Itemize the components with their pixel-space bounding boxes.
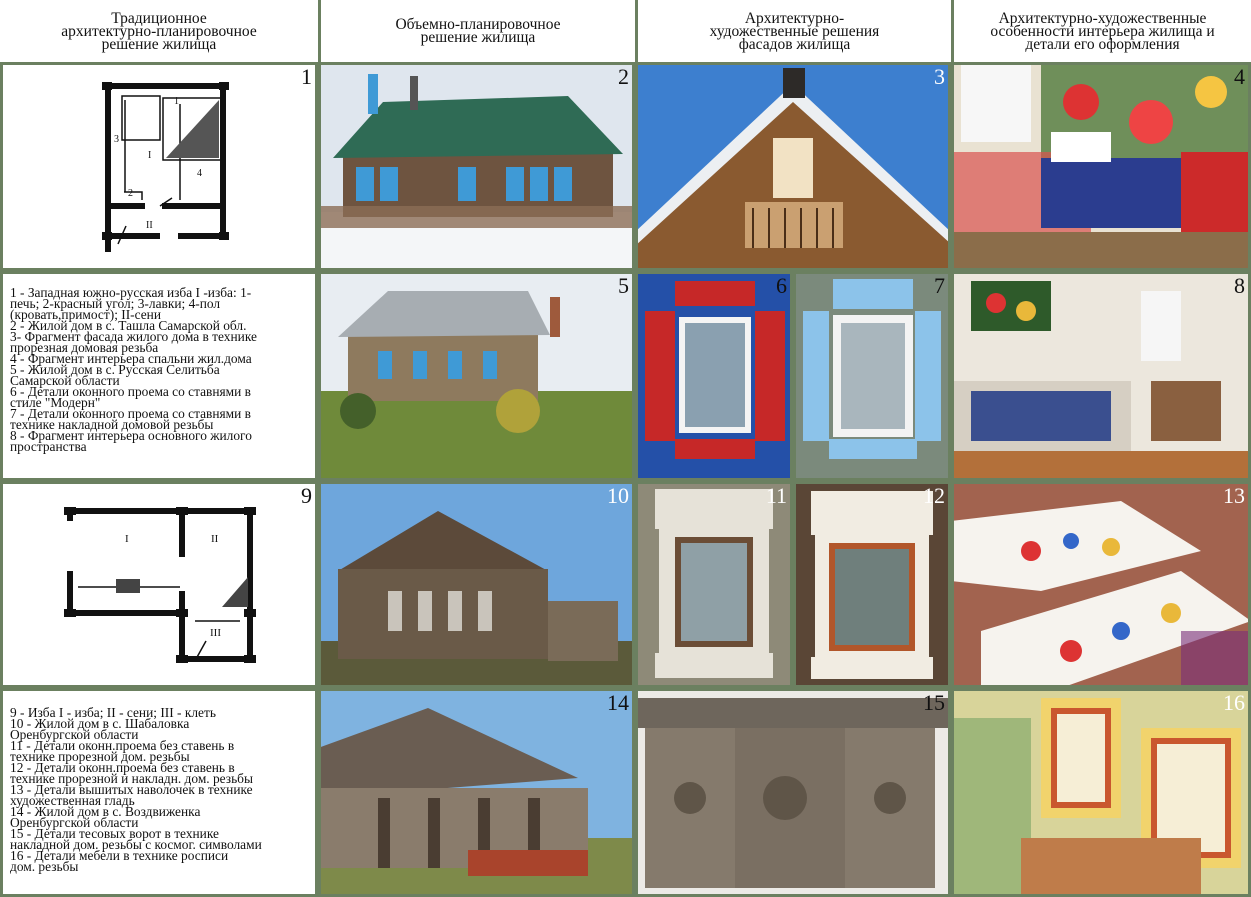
photo-wooden-gate: 15 xyxy=(635,688,951,897)
plan-label: 3 xyxy=(114,134,119,145)
plan-label: II xyxy=(146,220,153,231)
caption-block-2: 9 - Изба I - изба; II - сени; III - клет… xyxy=(10,705,262,874)
plan-label: 1 xyxy=(174,96,179,107)
number-label: 7 xyxy=(934,273,945,298)
photo-living-interior: 8 xyxy=(951,271,1251,481)
photo-facade-fragment: 3 xyxy=(635,62,951,271)
header-divider xyxy=(318,0,321,62)
number-label: 5 xyxy=(618,273,629,298)
photo-window-modern: 6 xyxy=(635,271,793,481)
header-facade: Архитектурно- художественные решения фас… xyxy=(709,9,880,53)
floor-plan-drawing-1 xyxy=(102,82,229,252)
photo-painted-furniture: 16 xyxy=(951,688,1251,897)
header-divider xyxy=(951,0,954,62)
photo-house-vozdvizhenka: 14 xyxy=(318,688,635,897)
header-interior: Архитектурно-художественные особенности … xyxy=(990,9,1215,53)
plan-label: I xyxy=(148,150,152,161)
plan-label: II xyxy=(211,533,219,545)
number-label: 1 xyxy=(301,64,312,89)
photo-embroidered-pillows: 13 xyxy=(951,481,1251,688)
number-label: 8 xyxy=(1234,273,1245,298)
number-label: 3 xyxy=(934,64,945,89)
photo-house-shabalovka: 10 xyxy=(318,481,635,688)
number-label: 13 xyxy=(1223,483,1245,508)
plan-label: 4 xyxy=(197,168,202,179)
number-label: 4 xyxy=(1234,64,1245,89)
plan-label: 2 xyxy=(128,188,133,199)
photo-house-russkaya-selitba: 5 xyxy=(318,271,635,481)
number-label: 12 xyxy=(923,483,945,508)
header-plan: Традиционное архитектурно-планировочное … xyxy=(61,9,257,53)
header-volume: Объемно-планировочное решение жилища xyxy=(395,16,561,46)
photo-window-applied-carving: 7 xyxy=(793,271,951,481)
cell-plan-9: I II III 9 xyxy=(0,481,318,688)
cell-plan-1: 1 3 I 4 2 II 1 xyxy=(0,62,318,271)
number-label: 15 xyxy=(923,690,945,715)
caption-cell-1: 1 - Западная южно-русская изба I -изба: … xyxy=(0,271,318,481)
caption-block-1: 1 - Западная южно-русская изба I -изба: … xyxy=(10,285,257,454)
plan-label: I xyxy=(125,533,129,545)
caption-cell-2: 9 - Изба I - изба; II - сени; III - клет… xyxy=(0,688,318,897)
number-label: 2 xyxy=(618,64,629,89)
number-label: 6 xyxy=(776,273,787,298)
plan-label: III xyxy=(210,627,221,639)
photo-house-tashla: 2 xyxy=(318,62,635,271)
number-label: 9 xyxy=(301,483,312,508)
header-divider xyxy=(635,0,638,62)
photo-window-cutout-carving: 11 xyxy=(635,481,793,688)
number-label: 14 xyxy=(607,690,629,715)
number-label: 10 xyxy=(607,483,629,508)
photo-bedroom-interior: 4 xyxy=(951,62,1251,271)
photo-window-mixed-carving: 12 xyxy=(793,481,951,688)
number-label: 16 xyxy=(1223,690,1245,715)
floor-plan-drawing-9 xyxy=(64,507,256,663)
number-label: 11 xyxy=(765,483,787,508)
